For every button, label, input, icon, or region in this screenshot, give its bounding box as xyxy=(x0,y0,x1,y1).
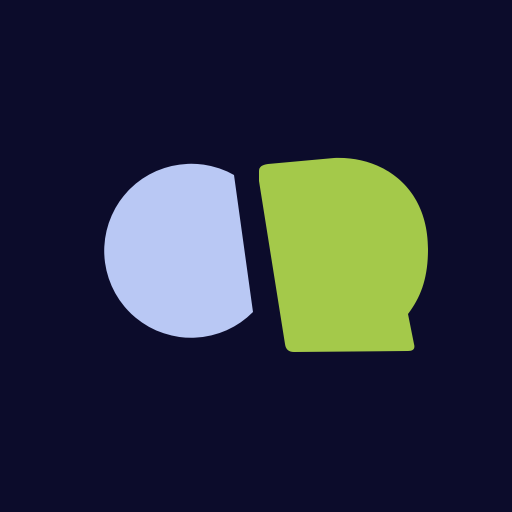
app-icon xyxy=(0,0,512,512)
right-speech-bubble-shape xyxy=(259,157,428,352)
logo-icon xyxy=(0,0,512,512)
icon-background xyxy=(0,0,512,512)
